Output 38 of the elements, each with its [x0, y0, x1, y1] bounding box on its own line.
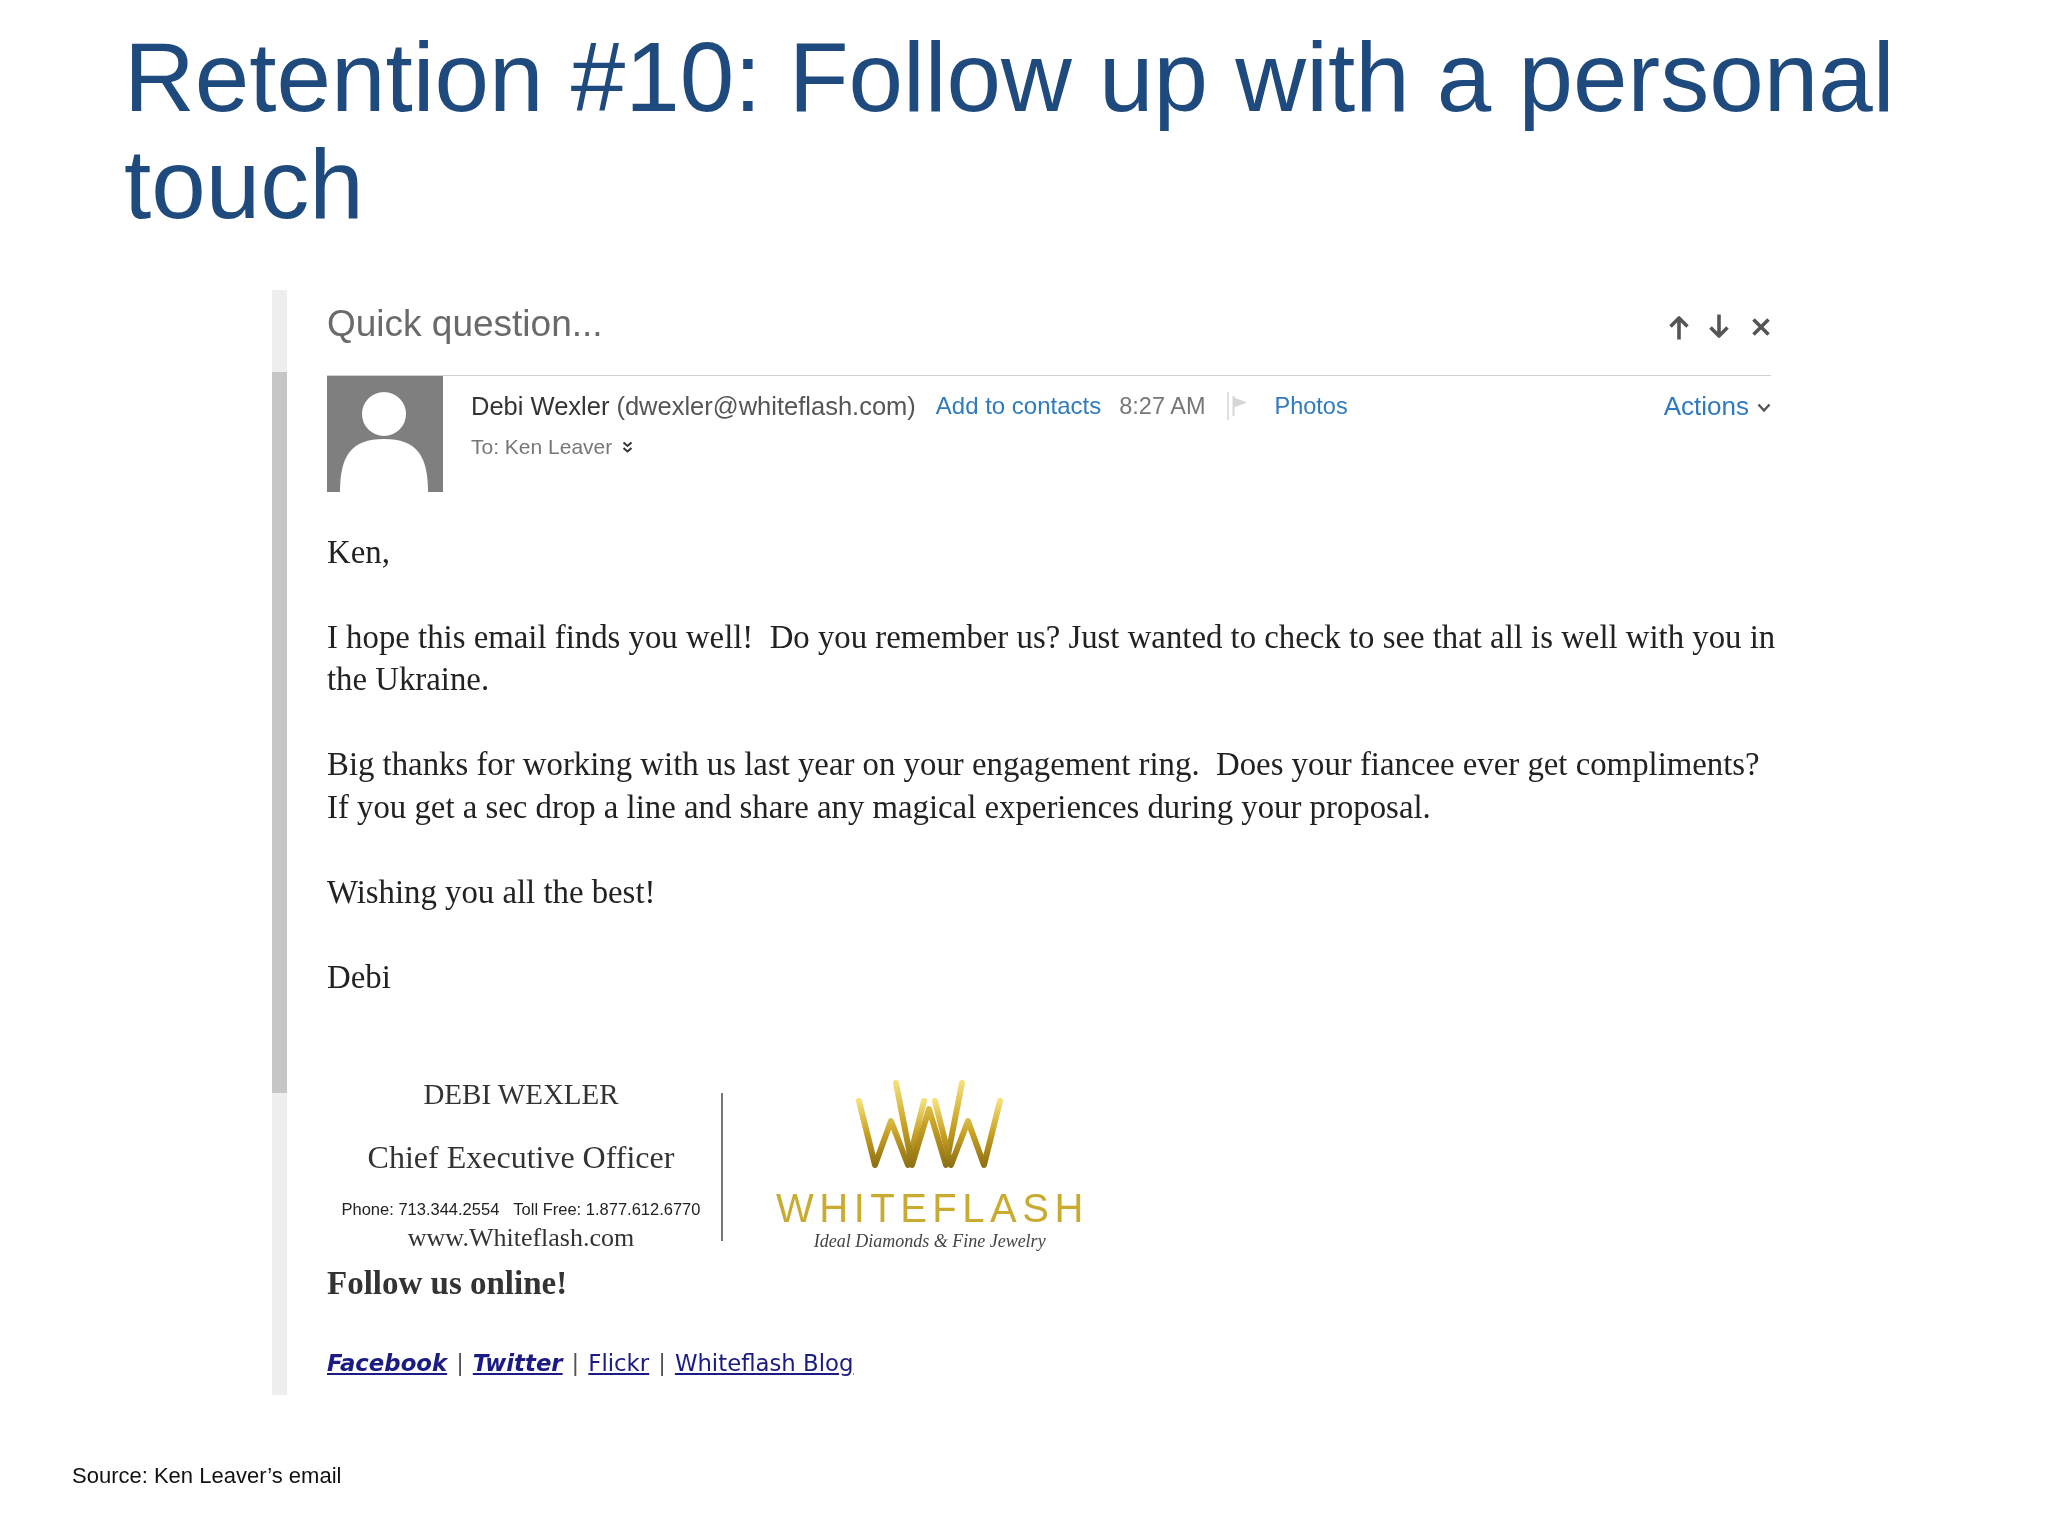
social-link[interactable]: Flickr — [588, 1348, 650, 1378]
recipient-text: To: Ken Leaver — [471, 434, 613, 460]
body-paragraph: Wishing you all the best! — [327, 872, 656, 912]
link-separator: | — [456, 1349, 464, 1378]
follow-heading: Follow us online! — [327, 1264, 568, 1303]
chevron-down-icon[interactable] — [1757, 403, 1771, 413]
photos-link[interactable]: Photos — [1274, 392, 1348, 420]
website-text: www.Whiteflash.com — [407, 1223, 635, 1253]
logo-wordmark: WHITEFLASH — [776, 1186, 1089, 1230]
social-link[interactable]: Twitter — [472, 1348, 563, 1378]
source-note: Source: Ken Leaver’s email — [72, 1463, 342, 1488]
scrollbar-thumb[interactable] — [272, 372, 287, 1093]
add-to-contacts-link[interactable]: Add to contacts — [935, 392, 1102, 420]
arrow-up-icon[interactable] — [1668, 314, 1690, 340]
body-paragraph: Debi — [327, 957, 391, 997]
email-subject: Quick question... — [327, 302, 603, 346]
link-separator: | — [571, 1349, 580, 1378]
received-time: 8:27 AM — [1119, 392, 1206, 420]
social-link[interactable]: Whiteflash Blog — [674, 1348, 854, 1378]
toll-free-number: Toll Free: 1.877.612.6770 — [513, 1199, 701, 1220]
body-paragraph: Ken, — [327, 532, 390, 572]
link-separator: | — [658, 1349, 666, 1378]
body-paragraph: I hope this email finds you well! Do you remember us? Just wanted to check to see that all is well with you in the Ukraine. — [327, 617, 1777, 700]
logo-tagline: Ideal Diamonds & Fine Jewelry — [813, 1230, 1046, 1252]
sender-address: (dwexler@whiteflash.com) — [616, 391, 916, 421]
social-link[interactable]: Facebook — [327, 1348, 448, 1378]
double-chevron-down-icon[interactable] — [622, 441, 634, 453]
sender-name: Debi Wexler — [471, 391, 610, 421]
arrow-down-icon[interactable] — [1708, 314, 1730, 340]
signature-name: DEBI WEXLER — [423, 1077, 619, 1112]
avatar-silhouette-icon — [327, 376, 443, 492]
slide-title: Retention #10: Follow up with a personal touch — [124, 24, 1896, 238]
actions-menu[interactable]: Actions — [1663, 390, 1749, 422]
phone-number: Phone: 713.344.2554 — [341, 1199, 500, 1220]
signature-position: Chief Executive Officer — [367, 1138, 675, 1177]
logo-icon — [854, 1077, 1006, 1171]
close-icon[interactable] — [1751, 317, 1771, 337]
body-paragraph: Big thanks for working with us last year on your engagement ring. Does your fiancee ever get compliments? If you get a sec drop a line and share any magical experiences during your proposal. — [327, 745, 1761, 827]
